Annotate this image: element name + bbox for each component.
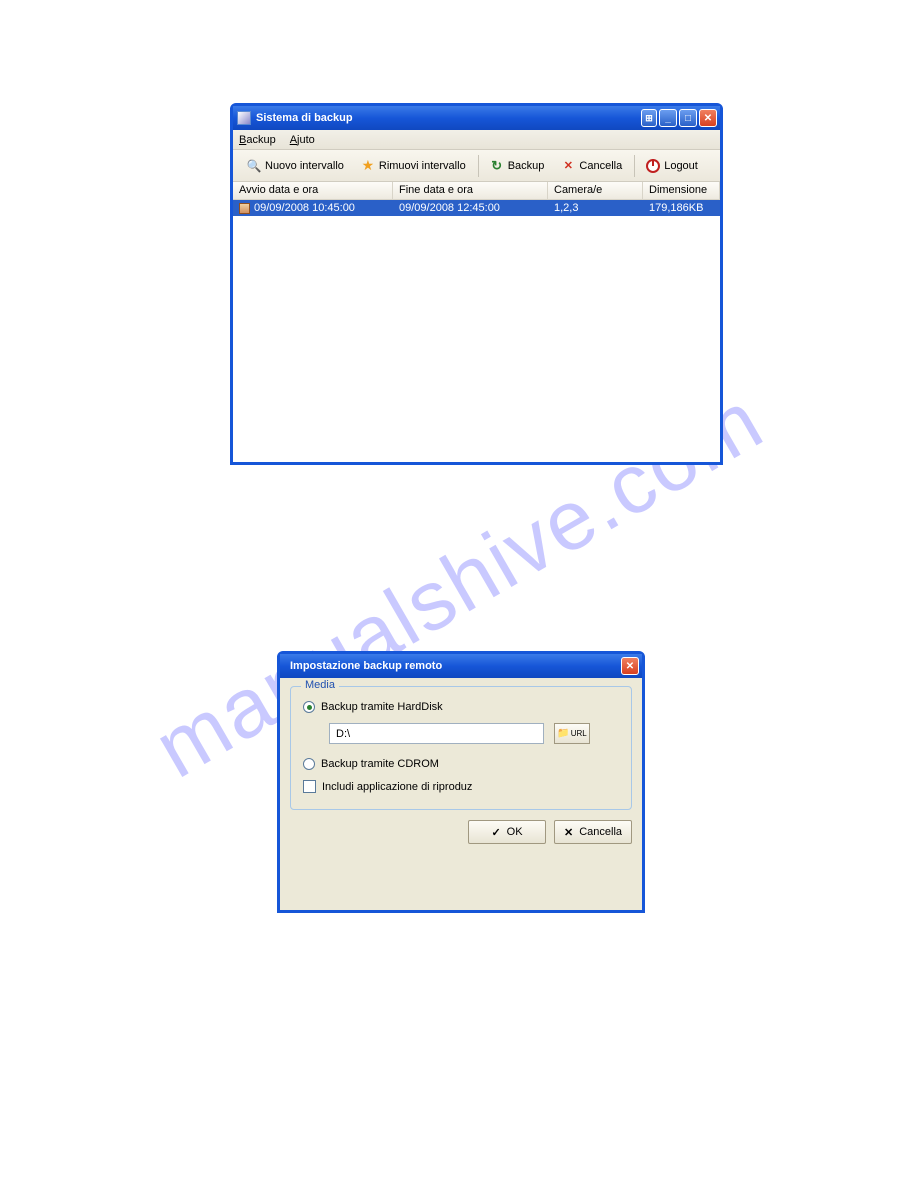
logout-button[interactable]: Logout	[638, 154, 705, 178]
app-icon	[237, 111, 251, 125]
magnifier-icon	[246, 158, 262, 174]
column-camera[interactable]: Camera/e	[548, 182, 643, 199]
titlebar-grid-button[interactable]: ⊞	[641, 109, 657, 127]
cancel-label: Cancella	[579, 160, 622, 172]
include-player-label: Includi applicazione di riproduz	[322, 781, 472, 793]
backup-system-window: Sistema di backup ⊞ _ □ ✕ Backup Ajuto N…	[230, 103, 723, 465]
minimize-button[interactable]: _	[659, 109, 677, 127]
remote-backup-settings-window: Impostazione backup remoto ✕ Media Backu…	[277, 651, 645, 913]
include-player-row[interactable]: Includi applicazione di riproduz	[303, 780, 619, 793]
logout-label: Logout	[664, 160, 698, 172]
radio-cdrom-label: Backup tramite CDROM	[321, 758, 439, 770]
x-icon: ✕	[564, 826, 573, 839]
list-body[interactable]: 09/09/2008 10:45:00 09/09/2008 12:45:00 …	[233, 200, 720, 462]
cancel-label: Cancella	[579, 826, 622, 838]
row-icon	[239, 203, 250, 214]
star-icon	[360, 158, 376, 174]
maximize-button[interactable]: □	[679, 109, 697, 127]
radio-cdrom-row[interactable]: Backup tramite CDROM	[303, 758, 619, 770]
group-label: Media	[301, 679, 339, 691]
radio-harddisk[interactable]	[303, 701, 315, 713]
close-button[interactable]: ✕	[699, 109, 717, 127]
backup-label: Backup	[508, 160, 545, 172]
menu-help-label: juto	[297, 134, 315, 146]
toolbar: Nuovo intervallo Rimuovi intervallo Back…	[233, 150, 720, 182]
remove-interval-label: Rimuovi intervallo	[379, 160, 466, 172]
path-input[interactable]	[329, 723, 544, 744]
list-header: Avvio data e ora Fine data e ora Camera/…	[233, 182, 720, 200]
cell-end: 09/09/2008 12:45:00	[393, 201, 548, 215]
radio-harddisk-row[interactable]: Backup tramite HardDisk	[303, 701, 619, 713]
window-title: Sistema di backup	[256, 112, 641, 124]
cancel-button[interactable]: Cancella	[553, 154, 629, 178]
include-player-checkbox[interactable]	[303, 780, 316, 793]
backup-button[interactable]: Backup	[482, 154, 552, 178]
cell-camera: 1,2,3	[548, 201, 643, 215]
new-interval-button[interactable]: Nuovo intervallo	[239, 154, 351, 178]
column-start[interactable]: Avvio data e ora	[233, 182, 393, 199]
dialog-buttons: ✓ OK ✕ Cancella	[280, 816, 642, 852]
close-button[interactable]: ✕	[621, 657, 639, 675]
titlebar[interactable]: Impostazione backup remoto ✕	[280, 654, 642, 678]
menu-help[interactable]: Ajuto	[290, 134, 315, 146]
check-icon: ✓	[491, 826, 500, 839]
cell-size: 179,186KB	[643, 201, 720, 215]
cancel-icon	[560, 158, 576, 174]
media-group: Media Backup tramite HardDisk URL Backup…	[290, 686, 632, 810]
remove-interval-button[interactable]: Rimuovi intervallo	[353, 154, 473, 178]
new-interval-label: Nuovo intervallo	[265, 160, 344, 172]
power-icon	[645, 158, 661, 174]
toolbar-separator	[478, 155, 479, 177]
table-row[interactable]: 09/09/2008 10:45:00 09/09/2008 12:45:00 …	[233, 200, 720, 216]
radio-harddisk-label: Backup tramite HardDisk	[321, 701, 443, 713]
window-title: Impostazione backup remoto	[284, 660, 621, 672]
cancel-button[interactable]: ✕ Cancella	[554, 820, 632, 844]
column-size[interactable]: Dimensione	[643, 182, 720, 199]
refresh-icon	[489, 158, 505, 174]
ok-label: OK	[507, 826, 523, 838]
titlebar[interactable]: Sistema di backup ⊞ _ □ ✕	[233, 106, 720, 130]
browse-label: URL	[571, 729, 587, 738]
browse-button[interactable]: URL	[554, 723, 590, 744]
column-end[interactable]: Fine data e ora	[393, 182, 548, 199]
menu-backup-label: ackup	[246, 134, 275, 146]
toolbar-separator	[634, 155, 635, 177]
menu-backup[interactable]: Backup	[239, 134, 276, 146]
menubar: Backup Ajuto	[233, 130, 720, 150]
cell-start: 09/09/2008 10:45:00	[254, 202, 355, 214]
ok-button[interactable]: ✓ OK	[468, 820, 546, 844]
radio-cdrom[interactable]	[303, 758, 315, 770]
